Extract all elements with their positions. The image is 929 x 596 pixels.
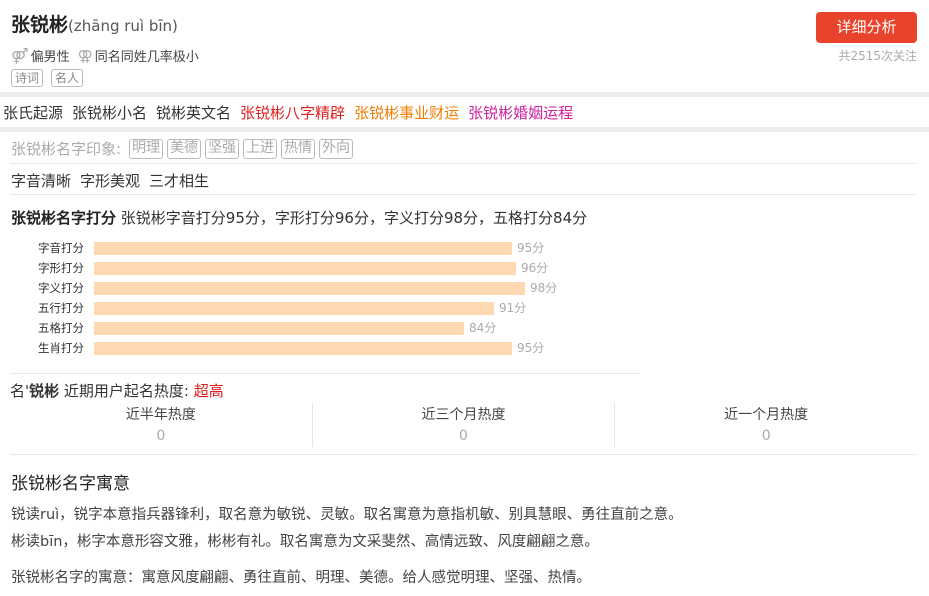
popularity-stats: 近半年热度 0 近三个月热度 0 近一个月热度 0 bbox=[10, 403, 917, 447]
stat-label: 近三个月热度 bbox=[421, 407, 506, 423]
score-bar-row: 五格打分 84分 bbox=[0, 318, 640, 338]
same-name-icon: ⚢ bbox=[77, 46, 93, 65]
impression-tag: 外向 bbox=[319, 138, 354, 159]
popularity-line: 名'锐彬 近期用户起名热度: 超高 bbox=[10, 380, 224, 401]
score-bar-label: 生肖打分 bbox=[38, 341, 84, 355]
score-bar-value: 95分 bbox=[517, 241, 545, 255]
tag-poetry[interactable]: 诗词 bbox=[11, 69, 44, 87]
score-bar bbox=[94, 322, 464, 335]
name-features: 字音清晰 字形美观 三才相生 bbox=[11, 170, 209, 191]
same-name-text: 同名同姓几率极小 bbox=[94, 50, 199, 65]
nav-english-name[interactable]: 锐彬英文名 bbox=[156, 102, 231, 123]
popularity-label: 近期用户起名热度: bbox=[63, 382, 189, 400]
popularity-name: 锐彬 bbox=[29, 382, 60, 400]
gender-icon: ⚤ bbox=[11, 46, 29, 65]
nav-surname-origin[interactable]: 张氏起源 bbox=[3, 102, 63, 123]
nav-bazi[interactable]: 张锐彬八字精辟 bbox=[240, 102, 345, 123]
score-bar-value: 84分 bbox=[469, 321, 497, 335]
stat-value: 0 bbox=[459, 428, 468, 444]
score-bar-row: 字义打分 98分 bbox=[0, 278, 640, 298]
meaning-line: 彬读bīn，彬字本意形容文雅，彬彬有礼。取名寓意为文采斐然、高情远致、风度翩翩之… bbox=[11, 534, 599, 550]
score-bar-value: 96分 bbox=[521, 261, 549, 275]
feature-item: 字形美观 bbox=[80, 172, 141, 190]
score-bar-row: 生肖打分 95分 bbox=[0, 338, 640, 358]
score-summary: 张锐彬字音打分95分，字形打分96分，字义打分98分，五格打分84分 bbox=[120, 209, 588, 227]
divider bbox=[10, 373, 640, 374]
tag-celebrity[interactable]: 名人 bbox=[51, 69, 84, 87]
detail-analysis-button[interactable]: 详细分析 bbox=[816, 12, 917, 43]
score-bar-label: 字义打分 bbox=[38, 281, 84, 295]
nav-career[interactable]: 张锐彬事业财运 bbox=[354, 102, 459, 123]
impression-tag: 上进 bbox=[243, 138, 278, 159]
score-bar-value: 91分 bbox=[499, 301, 527, 315]
section-divider bbox=[0, 92, 929, 97]
score-title: 张锐彬名字打分 bbox=[11, 209, 117, 227]
name-pinyin: (zhāng ruì bīn) bbox=[68, 17, 178, 35]
stat-value: 0 bbox=[761, 428, 771, 444]
score-bar-row: 字形打分 96分 bbox=[0, 258, 640, 278]
score-bar-label: 字音打分 bbox=[38, 241, 84, 255]
impression-tag: 热情 bbox=[281, 138, 316, 159]
name-text: 张锐彬 bbox=[11, 14, 69, 36]
impression-tag: 明理 bbox=[129, 138, 164, 159]
score-bar-label: 五格打分 bbox=[38, 321, 84, 335]
score-bar-value: 98分 bbox=[530, 281, 558, 295]
score-bar-value: 95分 bbox=[517, 341, 545, 355]
stat-one-month: 近一个月热度 0 bbox=[614, 403, 917, 447]
score-heading: 张锐彬名字打分 张锐彬字音打分95分，字形打分96分，字义打分98分，五格打分8… bbox=[11, 207, 587, 228]
impression-label: 张锐彬名字印象: bbox=[11, 140, 122, 158]
popularity-level: 超高 bbox=[193, 382, 224, 400]
meaning-summary: 张锐彬名字的寓意：寓意风度翩翩、勇往直前、明理、美德。给人感觉明理、坚强、热情。 bbox=[11, 570, 591, 586]
score-bar-row: 字音打分 95分 bbox=[0, 238, 640, 258]
score-bar bbox=[94, 282, 525, 295]
nav-marriage[interactable]: 张锐彬婚姻运程 bbox=[468, 102, 573, 123]
score-bar bbox=[94, 342, 512, 355]
score-bar-label: 五行打分 bbox=[38, 301, 84, 315]
page-title: 张锐彬(zhāng ruì bīn) bbox=[11, 10, 178, 37]
score-bar-row: 五行打分 91分 bbox=[0, 298, 640, 318]
score-bar bbox=[94, 262, 516, 275]
impression-tag: 坚强 bbox=[205, 138, 240, 159]
meaning-line: 锐读ruì，锐字本意指兵器锋利，取名意为敏锐、灵敏。取名寓意为意指机敏、别具慧眼… bbox=[11, 507, 683, 523]
divider bbox=[10, 194, 917, 195]
name-header: 张锐彬(zhāng ruì bīn) ⚤ 偏男性 ⚢ 同名同姓几率极小 诗词 名… bbox=[0, 0, 929, 93]
stat-value: 0 bbox=[156, 428, 166, 444]
stat-label: 近一个月热度 bbox=[724, 407, 809, 423]
section-divider bbox=[0, 127, 929, 132]
name-meta: ⚤ 偏男性 ⚢ 同名同姓几率极小 bbox=[11, 46, 199, 66]
stat-label: 近半年热度 bbox=[125, 407, 196, 423]
popularity-prefix: 名' bbox=[10, 382, 30, 400]
name-impression: 张锐彬名字印象: 明理 美德 坚强 上进 热情 外向 bbox=[11, 138, 354, 159]
score-bar bbox=[94, 242, 512, 255]
stat-three-months: 近三个月热度 0 bbox=[311, 403, 615, 447]
meaning-title: 张锐彬名字寓意 bbox=[11, 474, 130, 494]
score-bar-label: 字形打分 bbox=[38, 261, 84, 275]
impression-tag: 美德 bbox=[167, 138, 202, 159]
nav-nickname[interactable]: 张锐彬小名 bbox=[72, 102, 147, 123]
feature-item: 字音清晰 bbox=[11, 172, 72, 190]
name-nav: 张氏起源 张锐彬小名 锐彬英文名 张锐彬八字精辟 张锐彬事业财运 张锐彬婚姻运程 bbox=[0, 98, 929, 126]
stat-half-year: 近半年热度 0 bbox=[10, 403, 312, 447]
divider bbox=[10, 163, 917, 164]
gender-text: 偏男性 bbox=[30, 50, 70, 65]
feature-item: 三才相生 bbox=[149, 172, 210, 190]
divider bbox=[10, 454, 917, 455]
category-tags: 诗词 名人 bbox=[11, 69, 84, 87]
score-bar bbox=[94, 302, 494, 315]
follow-count: 共2515次关注 bbox=[838, 49, 917, 63]
